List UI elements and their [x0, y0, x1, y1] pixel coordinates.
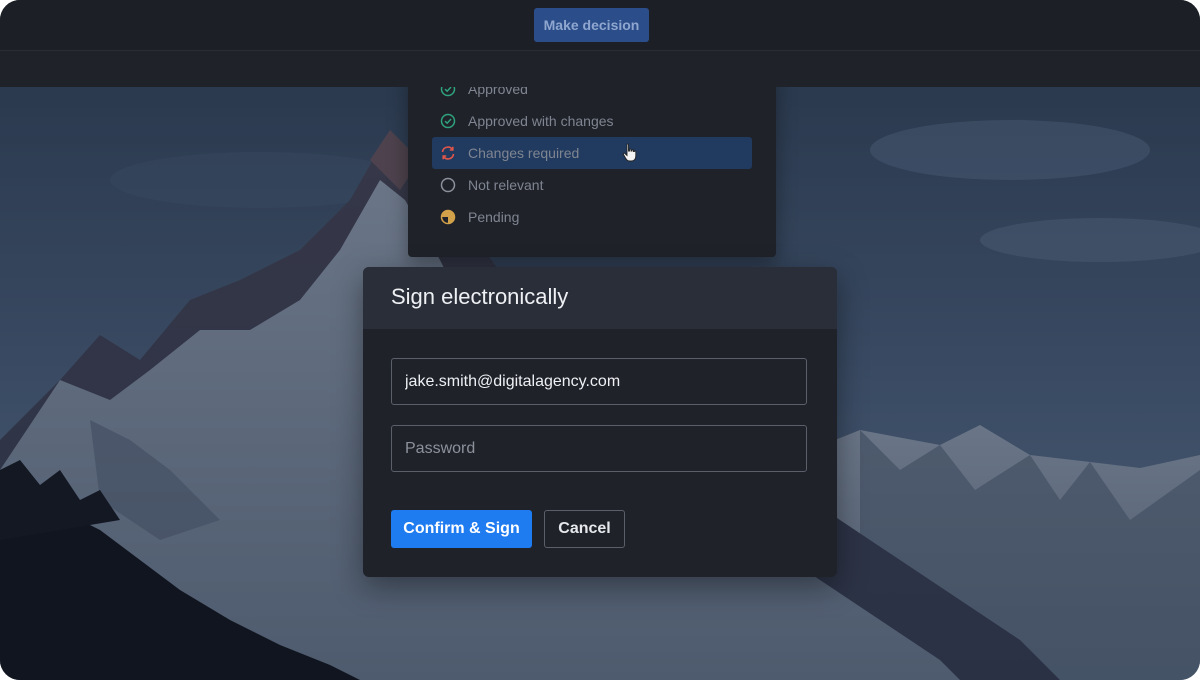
confirm-and-sign-button[interactable]: Confirm & Sign [391, 510, 532, 548]
top-toolbar: Make decision [0, 0, 1200, 51]
refresh-icon [441, 146, 455, 160]
make-decision-button[interactable]: Make decision [534, 8, 649, 42]
decision-option-label: Changes required [468, 145, 580, 161]
sign-electronically-dialog: Sign electronically Confirm & Sign Cance… [363, 267, 837, 577]
dialog-title: Sign electronically [391, 284, 569, 309]
decision-option-changes-required[interactable]: Changes required [432, 137, 752, 169]
app-frame: Make decision Approved Approved with cha… [0, 0, 1200, 680]
check-circle-icon [440, 113, 456, 129]
decision-option-not-relevant[interactable]: Not relevant [432, 169, 752, 201]
dialog-header: Sign electronically [363, 267, 837, 329]
decision-option-label: Not relevant [468, 177, 544, 193]
decision-option-label: Pending [468, 209, 520, 225]
empty-circle-icon [440, 177, 456, 193]
password-field[interactable] [391, 425, 807, 472]
decision-dropdown-menu: Approved Approved with changes Changes r… [408, 70, 776, 257]
cancel-button[interactable]: Cancel [544, 510, 625, 548]
hand-pointer-cursor-icon [622, 143, 637, 162]
decision-option-pending[interactable]: Pending [432, 201, 752, 233]
decision-option-label: Approved with changes [468, 113, 614, 129]
email-field[interactable] [391, 358, 807, 405]
half-circle-icon [440, 209, 456, 225]
decision-option-approved-with-changes[interactable]: Approved with changes [432, 105, 752, 137]
secondary-toolbar [0, 51, 1200, 87]
